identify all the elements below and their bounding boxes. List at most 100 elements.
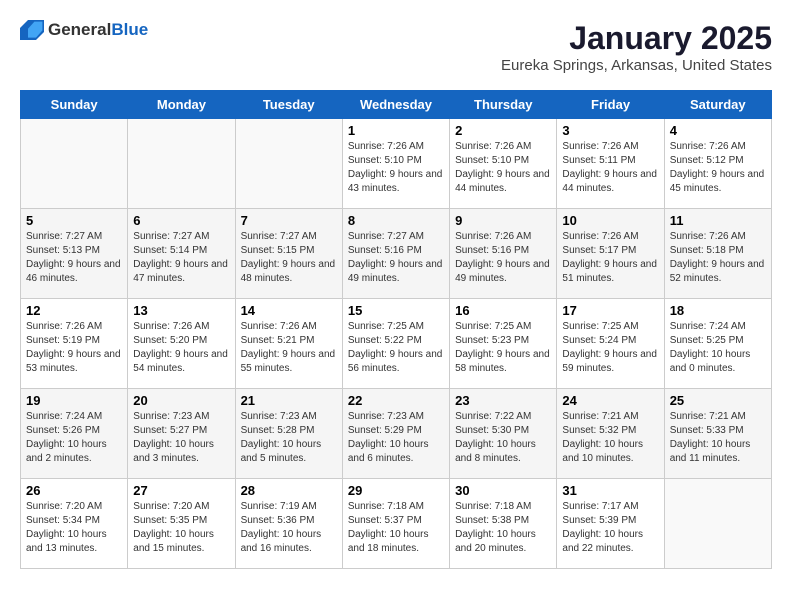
- day-info: Sunrise: 7:19 AM Sunset: 5:36 PM Dayligh…: [241, 500, 337, 556]
- day-info: Sunrise: 7:26 AM Sunset: 5:17 PM Dayligh…: [562, 230, 658, 286]
- calendar-cell: 14 Sunrise: 7:26 AM Sunset: 5:21 PM Dayli…: [235, 299, 342, 389]
- location-title: Eureka Springs, Arkansas, United States: [501, 57, 772, 74]
- day-number: 3: [562, 123, 658, 138]
- day-number: 26: [26, 483, 122, 498]
- calendar-cell: 10 Sunrise: 7:26 AM Sunset: 5:17 PM Dayli…: [557, 209, 664, 299]
- day-info: Sunrise: 7:23 AM Sunset: 5:29 PM Dayligh…: [348, 410, 444, 466]
- day-info: Sunrise: 7:26 AM Sunset: 5:10 PM Dayligh…: [348, 140, 444, 196]
- header-monday: Monday: [128, 91, 235, 119]
- calendar-cell: 5 Sunrise: 7:27 AM Sunset: 5:13 PM Daylig…: [21, 209, 128, 299]
- calendar-cell: 23 Sunrise: 7:22 AM Sunset: 5:30 PM Dayli…: [450, 389, 557, 479]
- logo: GeneralBlue: [20, 20, 148, 40]
- calendar-cell: 17 Sunrise: 7:25 AM Sunset: 5:24 PM Dayli…: [557, 299, 664, 389]
- header-tuesday: Tuesday: [235, 91, 342, 119]
- header-sunday: Sunday: [21, 91, 128, 119]
- calendar-cell: 19Sunrise: 7:24 AM Sunset: 5:26 PM Dayli…: [21, 389, 128, 479]
- calendar-cell: 11Sunrise: 7:26 AM Sunset: 5:18 PM Dayli…: [664, 209, 771, 299]
- day-info: Sunrise: 7:26 AM Sunset: 5:19 PM Dayligh…: [26, 320, 122, 376]
- calendar-cell: [664, 479, 771, 569]
- calendar-cell: 16 Sunrise: 7:25 AM Sunset: 5:23 PM Dayli…: [450, 299, 557, 389]
- day-info: Sunrise: 7:23 AM Sunset: 5:28 PM Dayligh…: [241, 410, 337, 466]
- day-number: 2: [455, 123, 551, 138]
- day-number: 14: [241, 303, 337, 318]
- day-number: 25: [670, 393, 766, 408]
- header-friday: Friday: [557, 91, 664, 119]
- day-info: Sunrise: 7:25 AM Sunset: 5:24 PM Dayligh…: [562, 320, 658, 376]
- calendar-cell: 30 Sunrise: 7:18 AM Sunset: 5:38 PM Dayli…: [450, 479, 557, 569]
- calendar-cell: 9 Sunrise: 7:26 AM Sunset: 5:16 PM Daylig…: [450, 209, 557, 299]
- calendar-cell: 31 Sunrise: 7:17 AM Sunset: 5:39 PM Dayli…: [557, 479, 664, 569]
- calendar-cell: 21 Sunrise: 7:23 AM Sunset: 5:28 PM Dayli…: [235, 389, 342, 479]
- day-number: 1: [348, 123, 444, 138]
- day-number: 15: [348, 303, 444, 318]
- calendar-cell: 29Sunrise: 7:18 AM Sunset: 5:37 PM Dayli…: [342, 479, 449, 569]
- day-info: Sunrise: 7:20 AM Sunset: 5:35 PM Dayligh…: [133, 500, 229, 556]
- day-info: Sunrise: 7:25 AM Sunset: 5:22 PM Dayligh…: [348, 320, 444, 376]
- day-number: 10: [562, 213, 658, 228]
- calendar-cell: 15 Sunrise: 7:25 AM Sunset: 5:22 PM Dayli…: [342, 299, 449, 389]
- calendar-cell: 6 Sunrise: 7:27 AM Sunset: 5:14 PM Daylig…: [128, 209, 235, 299]
- day-info: Sunrise: 7:26 AM Sunset: 5:11 PM Dayligh…: [562, 140, 658, 196]
- day-info: Sunrise: 7:17 AM Sunset: 5:39 PM Dayligh…: [562, 500, 658, 556]
- day-info: Sunrise: 7:27 AM Sunset: 5:14 PM Dayligh…: [133, 230, 229, 286]
- header-saturday: Saturday: [664, 91, 771, 119]
- day-info: Sunrise: 7:27 AM Sunset: 5:16 PM Dayligh…: [348, 230, 444, 286]
- day-number: 21: [241, 393, 337, 408]
- day-number: 20: [133, 393, 229, 408]
- calendar-cell: 13 Sunrise: 7:26 AM Sunset: 5:20 PM Dayli…: [128, 299, 235, 389]
- day-info: Sunrise: 7:26 AM Sunset: 5:12 PM Dayligh…: [670, 140, 766, 196]
- month-title: January 2025: [501, 20, 772, 57]
- calendar-cell: [235, 119, 342, 209]
- day-info: Sunrise: 7:26 AM Sunset: 5:21 PM Dayligh…: [241, 320, 337, 376]
- day-number: 13: [133, 303, 229, 318]
- day-number: 6: [133, 213, 229, 228]
- calendar-table: Sunday Monday Tuesday Wednesday Thursday…: [20, 90, 772, 569]
- day-info: Sunrise: 7:18 AM Sunset: 5:38 PM Dayligh…: [455, 500, 551, 556]
- day-info: Sunrise: 7:26 AM Sunset: 5:20 PM Dayligh…: [133, 320, 229, 376]
- calendar-cell: [128, 119, 235, 209]
- day-number: 30: [455, 483, 551, 498]
- day-info: Sunrise: 7:26 AM Sunset: 5:10 PM Dayligh…: [455, 140, 551, 196]
- calendar-cell: 8 Sunrise: 7:27 AM Sunset: 5:16 PM Daylig…: [342, 209, 449, 299]
- day-number: 27: [133, 483, 229, 498]
- day-info: Sunrise: 7:27 AM Sunset: 5:13 PM Dayligh…: [26, 230, 122, 286]
- day-number: 9: [455, 213, 551, 228]
- day-number: 12: [26, 303, 122, 318]
- day-info: Sunrise: 7:24 AM Sunset: 5:26 PM Dayligh…: [26, 410, 122, 466]
- logo-general: General: [48, 20, 111, 39]
- day-number: 16: [455, 303, 551, 318]
- logo-blue: Blue: [111, 20, 148, 39]
- day-number: 5: [26, 213, 122, 228]
- day-info: Sunrise: 7:21 AM Sunset: 5:33 PM Dayligh…: [670, 410, 766, 466]
- day-info: Sunrise: 7:21 AM Sunset: 5:32 PM Dayligh…: [562, 410, 658, 466]
- day-info: Sunrise: 7:24 AM Sunset: 5:25 PM Dayligh…: [670, 320, 766, 376]
- calendar-cell: 1 Sunrise: 7:26 AM Sunset: 5:10 PM Daylig…: [342, 119, 449, 209]
- header-thursday: Thursday: [450, 91, 557, 119]
- page-header: GeneralBlue January 2025 Eureka Springs,…: [20, 20, 772, 74]
- calendar-cell: 3 Sunrise: 7:26 AM Sunset: 5:11 PM Daylig…: [557, 119, 664, 209]
- calendar-cell: [21, 119, 128, 209]
- calendar-cell: 25 Sunrise: 7:21 AM Sunset: 5:33 PM Dayli…: [664, 389, 771, 479]
- day-number: 31: [562, 483, 658, 498]
- day-number: 24: [562, 393, 658, 408]
- calendar-cell: 7 Sunrise: 7:27 AM Sunset: 5:15 PM Daylig…: [235, 209, 342, 299]
- day-number: 28: [241, 483, 337, 498]
- day-info: Sunrise: 7:25 AM Sunset: 5:23 PM Dayligh…: [455, 320, 551, 376]
- day-number: 11: [670, 213, 766, 228]
- day-info: Sunrise: 7:26 AM Sunset: 5:16 PM Dayligh…: [455, 230, 551, 286]
- day-number: 7: [241, 213, 337, 228]
- day-info: Sunrise: 7:22 AM Sunset: 5:30 PM Dayligh…: [455, 410, 551, 466]
- calendar-cell: 28 Sunrise: 7:19 AM Sunset: 5:36 PM Dayli…: [235, 479, 342, 569]
- title-area: January 2025 Eureka Springs, Arkansas, U…: [501, 20, 772, 74]
- calendar-cell: 18Sunrise: 7:24 AM Sunset: 5:25 PM Dayli…: [664, 299, 771, 389]
- calendar-cell: 12 Sunrise: 7:26 AM Sunset: 5:19 PM Dayli…: [21, 299, 128, 389]
- day-number: 23: [455, 393, 551, 408]
- day-number: 17: [562, 303, 658, 318]
- calendar-cell: 22Sunrise: 7:23 AM Sunset: 5:29 PM Dayli…: [342, 389, 449, 479]
- day-info: Sunrise: 7:27 AM Sunset: 5:15 PM Dayligh…: [241, 230, 337, 286]
- day-number: 8: [348, 213, 444, 228]
- calendar-cell: 24 Sunrise: 7:21 AM Sunset: 5:32 PM Dayli…: [557, 389, 664, 479]
- day-info: Sunrise: 7:18 AM Sunset: 5:37 PM Dayligh…: [348, 500, 444, 556]
- day-number: 4: [670, 123, 766, 138]
- logo-icon: [20, 20, 44, 40]
